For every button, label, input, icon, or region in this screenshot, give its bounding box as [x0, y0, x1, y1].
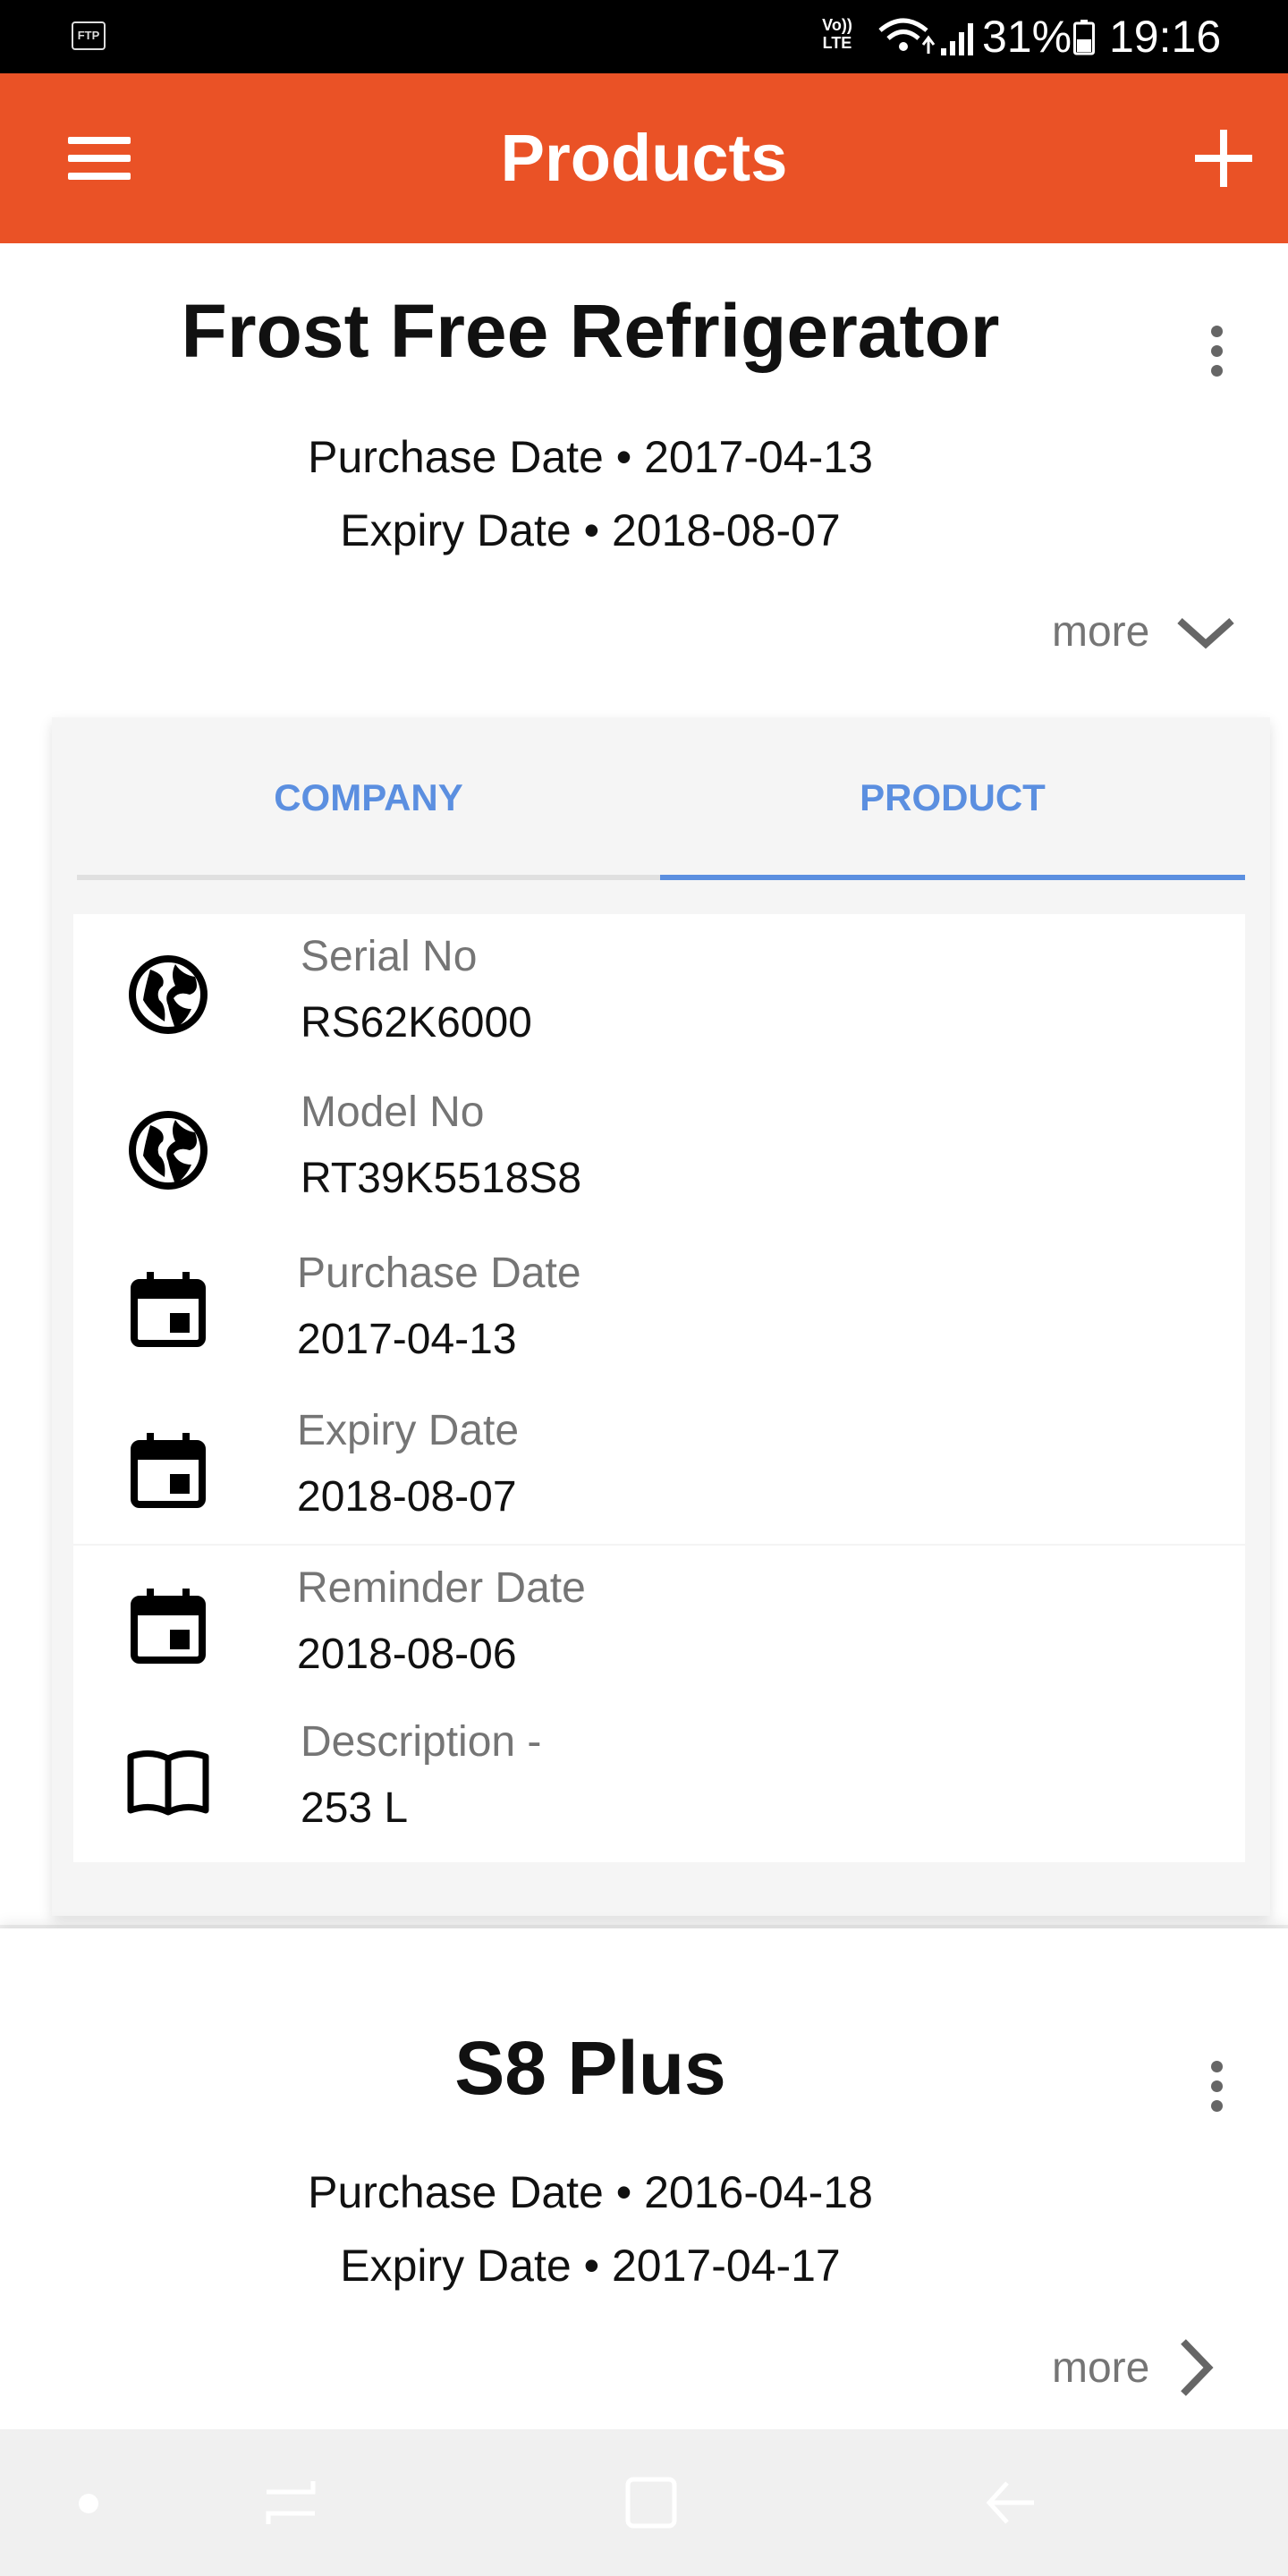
detail-value: 2018-08-07 — [297, 1473, 517, 1521]
chevron-down-icon — [1177, 618, 1234, 649]
detail-value: 2018-08-06 — [297, 1631, 517, 1678]
expiry-date-line: Expiry Date • 2018-08-07 — [340, 505, 841, 555]
active-tab-indicator — [660, 875, 1245, 880]
overflow-menu-icon[interactable] — [1190, 2052, 1243, 2123]
wifi-signal-icon — [878, 18, 973, 55]
details-panel: COMPANY PRODUCT Serial No RS62K6000 Mode… — [52, 717, 1270, 1916]
status-bar: FTP Vo)) LTE 31% 19:16 — [0, 0, 1288, 73]
detail-value: RS62K6000 — [301, 999, 532, 1046]
chevron-right-icon — [1180, 2339, 1214, 2396]
home-button-icon[interactable] — [624, 2476, 678, 2529]
product-card: Frost Free Refrigerator Purchase Date • … — [0, 243, 1288, 1925]
nav-dot-icon[interactable] — [79, 2494, 98, 2513]
tab-company[interactable]: COMPANY — [77, 717, 660, 878]
purchase-date-line: Purchase Date • 2016-04-18 — [308, 2167, 873, 2217]
more-label: more — [1052, 607, 1150, 656]
product-name: Frost Free Refrigerator — [181, 289, 1000, 373]
product-name: S8 Plus — [454, 2026, 726, 2110]
detail-value: 2017-04-13 — [297, 1316, 517, 1363]
expiry-date-line: Expiry Date • 2017-04-17 — [340, 2241, 841, 2291]
plus-icon[interactable] — [1181, 114, 1270, 203]
volte-indicator: Vo)) LTE — [822, 16, 852, 52]
system-navigation-bar — [0, 2429, 1288, 2576]
detail-label: Model No — [301, 1089, 485, 1136]
details-list: Serial No RS62K6000 Model No RT39K5518S8 — [73, 914, 1245, 1862]
tab-product[interactable]: PRODUCT — [660, 717, 1245, 878]
detail-row-model: Model No RT39K5518S8 — [73, 1072, 1245, 1229]
overflow-menu-icon[interactable] — [1190, 317, 1243, 388]
detail-label: Purchase Date — [297, 1250, 581, 1297]
globe-icon — [129, 1111, 208, 1190]
back-arrow-icon[interactable] — [984, 2476, 1038, 2529]
more-toggle[interactable]: more — [1052, 2336, 1219, 2399]
more-toggle[interactable]: more — [1052, 605, 1237, 657]
more-label: more — [1052, 2343, 1150, 2392]
detail-label: Expiry Date — [297, 1407, 520, 1454]
purchase-date-line: Purchase Date • 2017-04-13 — [308, 432, 873, 482]
battery-percent: 31% — [982, 12, 1072, 62]
detail-label: Reminder Date — [297, 1564, 586, 1612]
battery-icon — [1073, 20, 1095, 55]
detail-label: Description - — [301, 1718, 542, 1766]
detail-row-purchase-date: Purchase Date 2017-04-13 — [73, 1229, 1245, 1386]
ftp-icon: FTP — [72, 21, 106, 50]
recent-apps-icon[interactable] — [261, 2476, 320, 2529]
detail-row-serial: Serial No RS62K6000 — [73, 914, 1245, 1072]
globe-icon — [129, 955, 208, 1034]
book-icon — [127, 1750, 209, 1816]
page-title: Products — [500, 121, 788, 195]
detail-value: RT39K5518S8 — [301, 1155, 582, 1202]
detail-row-description: Description - 253 L — [73, 1701, 1245, 1859]
detail-row-reminder-date: Reminder Date 2018-08-06 — [73, 1544, 1245, 1703]
detail-label: Serial No — [301, 933, 478, 980]
app-bar: Products — [0, 73, 1288, 243]
calendar-icon — [131, 1433, 206, 1508]
detail-row-expiry-date: Expiry Date 2018-08-07 — [73, 1386, 1245, 1544]
clock: 19:16 — [1109, 12, 1222, 62]
hamburger-menu-icon[interactable] — [54, 114, 143, 203]
calendar-icon — [131, 1272, 206, 1347]
calendar-icon — [131, 1589, 206, 1664]
detail-value: 253 L — [301, 1784, 409, 1832]
product-card: S8 Plus Purchase Date • 2016-04-18 Expir… — [0, 1928, 1288, 2429]
